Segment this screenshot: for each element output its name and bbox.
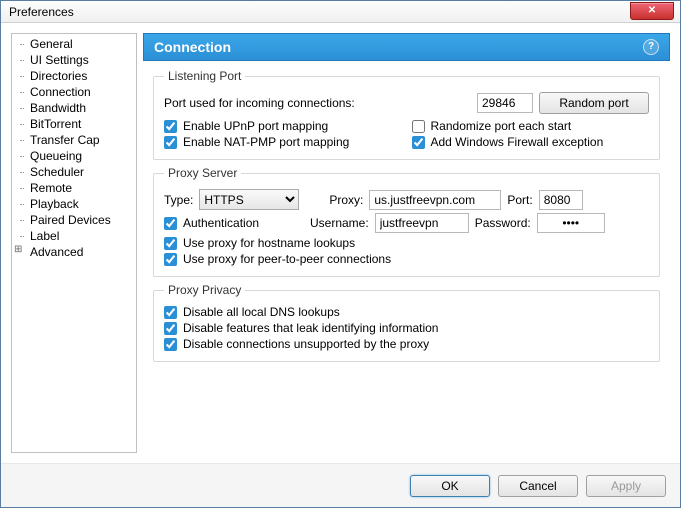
- sidebar-item-remote[interactable]: Remote: [12, 180, 136, 196]
- proxy-hostname-label: Use proxy for hostname lookups: [183, 236, 355, 250]
- privacy-leak-label: Disable features that leak identifying i…: [183, 321, 438, 335]
- listening-port-group: Listening Port Port used for incoming co…: [153, 69, 660, 160]
- proxy-server-group: Proxy Server Type: HTTPS Proxy: Port: Au…: [153, 166, 660, 277]
- proxy-type-label: Type:: [164, 193, 193, 207]
- port-label: Port used for incoming connections:: [164, 96, 355, 110]
- password-label: Password:: [475, 216, 531, 230]
- main-panel: Connection ? Listening Port Port used fo…: [143, 33, 670, 453]
- help-icon[interactable]: ?: [643, 39, 659, 55]
- privacy-unsupported-label: Disable connections unsupported by the p…: [183, 337, 429, 351]
- sidebar-item-playback[interactable]: Playback: [12, 196, 136, 212]
- random-port-button[interactable]: Random port: [539, 92, 649, 114]
- sidebar-item-bandwidth[interactable]: Bandwidth: [12, 100, 136, 116]
- natpmp-checkbox[interactable]: [164, 136, 177, 149]
- password-input[interactable]: [537, 213, 605, 233]
- sidebar-item-paired-devices[interactable]: Paired Devices: [12, 212, 136, 228]
- auth-label: Authentication: [183, 216, 259, 230]
- proxy-legend: Proxy Server: [164, 166, 241, 180]
- upnp-checkbox[interactable]: [164, 120, 177, 133]
- username-label: Username:: [310, 216, 369, 230]
- titlebar: Preferences ✕: [1, 1, 680, 23]
- proxy-port-label: Port:: [507, 193, 532, 207]
- privacy-leak-checkbox[interactable]: [164, 322, 177, 335]
- privacy-dns-checkbox[interactable]: [164, 306, 177, 319]
- listening-legend: Listening Port: [164, 69, 245, 83]
- sidebar-item-label[interactable]: Label: [12, 228, 136, 244]
- natpmp-label: Enable NAT-PMP port mapping: [183, 135, 349, 149]
- window-title: Preferences: [9, 5, 74, 19]
- panel-body: Listening Port Port used for incoming co…: [143, 61, 670, 453]
- proxy-hostname-checkbox[interactable]: [164, 237, 177, 250]
- port-input[interactable]: [477, 93, 533, 113]
- panel-header: Connection ?: [143, 33, 670, 61]
- sidebar-item-transfer-cap[interactable]: Transfer Cap: [12, 132, 136, 148]
- sidebar-item-bittorrent[interactable]: BitTorrent: [12, 116, 136, 132]
- cancel-button[interactable]: Cancel: [498, 475, 578, 497]
- apply-button[interactable]: Apply: [586, 475, 666, 497]
- sidebar-item-connection[interactable]: Connection: [12, 84, 136, 100]
- sidebar-item-directories[interactable]: Directories: [12, 68, 136, 84]
- sidebar-item-general[interactable]: General: [12, 36, 136, 52]
- privacy-unsupported-checkbox[interactable]: [164, 338, 177, 351]
- dialog-footer: OK Cancel Apply: [1, 463, 680, 507]
- proxy-p2p-label: Use proxy for peer-to-peer connections: [183, 252, 391, 266]
- sidebar-item-ui-settings[interactable]: UI Settings: [12, 52, 136, 68]
- proxy-port-input[interactable]: [539, 190, 583, 210]
- preferences-window: Preferences ✕ General UI Settings Direct…: [0, 0, 681, 508]
- proxy-p2p-checkbox[interactable]: [164, 253, 177, 266]
- proxy-type-select[interactable]: HTTPS: [199, 189, 299, 210]
- firewall-label: Add Windows Firewall exception: [431, 135, 604, 149]
- randomize-label: Randomize port each start: [431, 119, 572, 133]
- ok-button[interactable]: OK: [410, 475, 490, 497]
- upnp-label: Enable UPnP port mapping: [183, 119, 328, 133]
- proxy-privacy-group: Proxy Privacy Disable all local DNS look…: [153, 283, 660, 362]
- panel-title: Connection: [154, 39, 231, 55]
- firewall-checkbox[interactable]: [412, 136, 425, 149]
- proxy-host-input[interactable]: [369, 190, 501, 210]
- sidebar-item-scheduler[interactable]: Scheduler: [12, 164, 136, 180]
- close-button[interactable]: ✕: [630, 2, 674, 20]
- username-input[interactable]: [375, 213, 469, 233]
- privacy-dns-label: Disable all local DNS lookups: [183, 305, 340, 319]
- content-area: General UI Settings Directories Connecti…: [1, 23, 680, 463]
- auth-checkbox[interactable]: [164, 217, 177, 230]
- sidebar-item-advanced[interactable]: Advanced: [12, 244, 136, 260]
- randomize-checkbox[interactable]: [412, 120, 425, 133]
- sidebar: General UI Settings Directories Connecti…: [11, 33, 137, 453]
- privacy-legend: Proxy Privacy: [164, 283, 245, 297]
- sidebar-item-queueing[interactable]: Queueing: [12, 148, 136, 164]
- proxy-host-label: Proxy:: [329, 193, 363, 207]
